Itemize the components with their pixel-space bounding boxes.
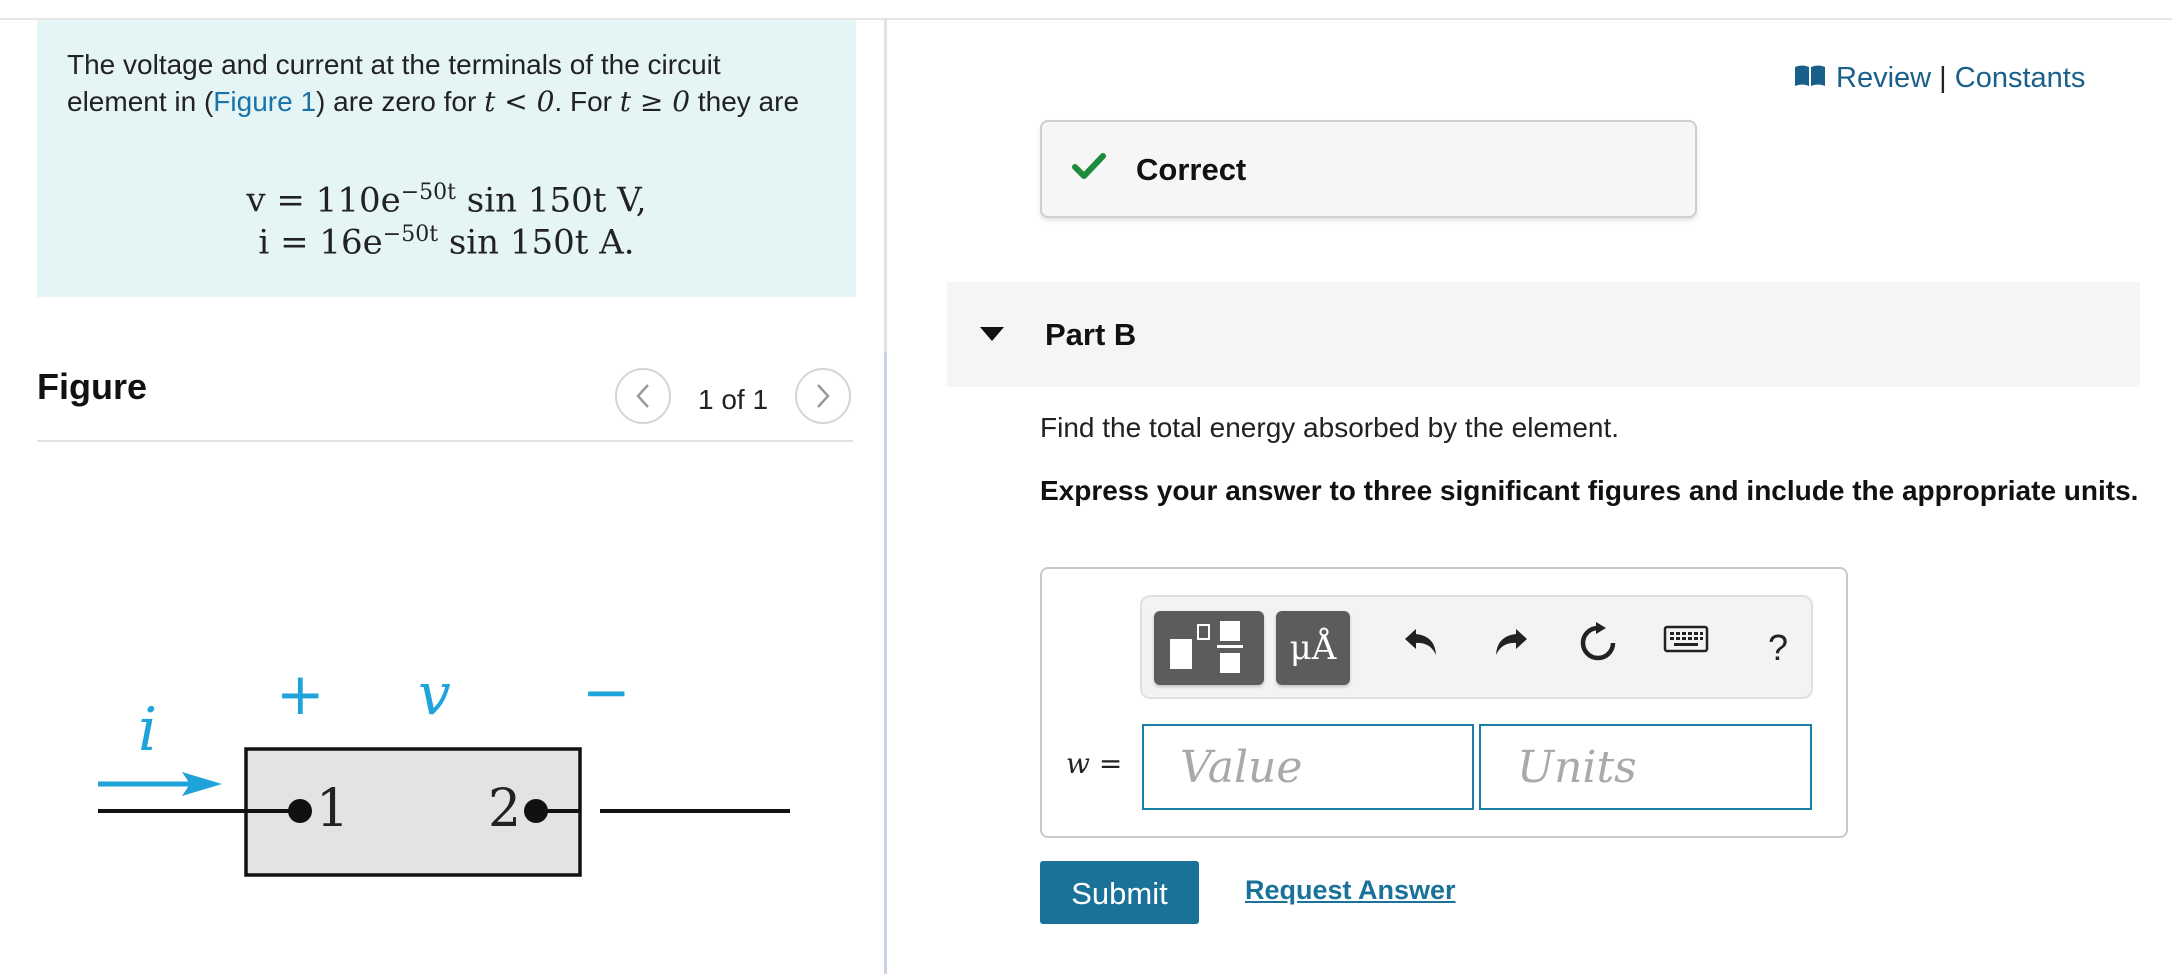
minus-label: − — [582, 658, 631, 726]
request-answer-link[interactable]: Request Answer — [1245, 875, 1456, 906]
problem-text-part: they are — [690, 86, 800, 117]
terminal-1-label: 1 — [316, 779, 349, 839]
top-border — [0, 0, 2172, 20]
circuit-diagram: 1 2 i + v − — [98, 658, 790, 877]
templates-icon — [1170, 621, 1243, 673]
equation-exponent: −50t — [400, 180, 456, 205]
terminal-1-dot — [288, 799, 312, 823]
problem-statement: The voltage and current at the terminals… — [37, 20, 856, 297]
condition-math: t < 0 — [484, 85, 555, 118]
feedback-correct: Correct — [1040, 120, 1697, 218]
undo-icon — [1405, 629, 1436, 655]
pane-divider-accent — [884, 352, 887, 974]
units-button[interactable]: μÅ — [1276, 611, 1350, 685]
feedback-label: Correct — [1136, 152, 1247, 187]
voltage-equation: v = 110e−50t sin 150t V, — [37, 180, 856, 220]
equals-sign: = — [1089, 747, 1123, 780]
question-text: Find the total energy absorbed by the el… — [1040, 412, 1620, 443]
value-input[interactable] — [1142, 724, 1474, 810]
redo-icon — [1496, 629, 1527, 655]
equation-rhs: sin 150t A. — [438, 222, 635, 263]
reset-icon — [1580, 622, 1616, 661]
review-constants-links: Review | Constants — [1794, 62, 2085, 96]
condition-math: t ≥ 0 — [619, 85, 691, 118]
submit-button[interactable]: Submit — [1040, 861, 1199, 924]
redo-button[interactable] — [1482, 621, 1538, 677]
equation-rhs: sin 150t V, — [455, 180, 647, 221]
review-link[interactable]: Review — [1836, 62, 1931, 94]
help-button[interactable]: ? — [1750, 621, 1806, 677]
terminal-2-label: 2 — [488, 779, 521, 839]
templates-button[interactable] — [1154, 611, 1264, 685]
variable-symbol: w — [1066, 747, 1090, 780]
links-separator: | — [1939, 62, 1947, 94]
figure-divider — [37, 440, 853, 442]
constants-link[interactable]: Constants — [1955, 62, 2086, 94]
plus-label: + — [276, 660, 325, 728]
equation-lhs: v = 110e — [246, 180, 401, 221]
voltage-label: v — [418, 660, 451, 728]
checkmark-icon — [1072, 153, 1106, 179]
answer-instruction: Express your answer to three significant… — [1040, 475, 2139, 506]
reset-button[interactable] — [1570, 621, 1626, 677]
problem-text: The voltage and current at the terminals… — [67, 46, 827, 120]
problem-text-part: ) are zero for — [316, 86, 485, 117]
terminal-2-dot — [524, 799, 548, 823]
equation-lhs: i = 16e — [258, 222, 383, 263]
keyboard-button[interactable] — [1658, 621, 1714, 677]
keyboard-icon — [1663, 625, 1709, 653]
current-equation: i = 16e−50t sin 150t A. — [37, 222, 856, 262]
left-pane: The voltage and current at the terminals… — [0, 18, 884, 974]
chevron-left-icon — [636, 384, 649, 408]
problem-text-part: . For — [554, 86, 620, 117]
part-title: Part B — [1045, 317, 1137, 352]
equation-exponent: −50t — [382, 222, 439, 247]
math-toolbar: μÅ ? — [1140, 595, 1813, 699]
figure-page-counter: 1 of 1 — [698, 384, 769, 415]
current-label: i — [138, 695, 157, 765]
figure-link[interactable]: Figure 1 — [213, 86, 316, 117]
variable-label: w = — [1066, 747, 1122, 780]
caret-down-icon — [980, 327, 1004, 341]
figure-next-button[interactable] — [795, 368, 851, 424]
book-icon — [1794, 63, 1826, 96]
units-input[interactable] — [1479, 724, 1812, 810]
part-b-header[interactable]: Part B — [947, 282, 2140, 387]
figure-title: Figure — [37, 366, 148, 407]
chevron-right-icon — [817, 384, 830, 408]
answer-box: μÅ ? w = — [1040, 567, 1848, 838]
undo-button[interactable] — [1394, 621, 1450, 677]
figure-prev-button[interactable] — [615, 368, 671, 424]
